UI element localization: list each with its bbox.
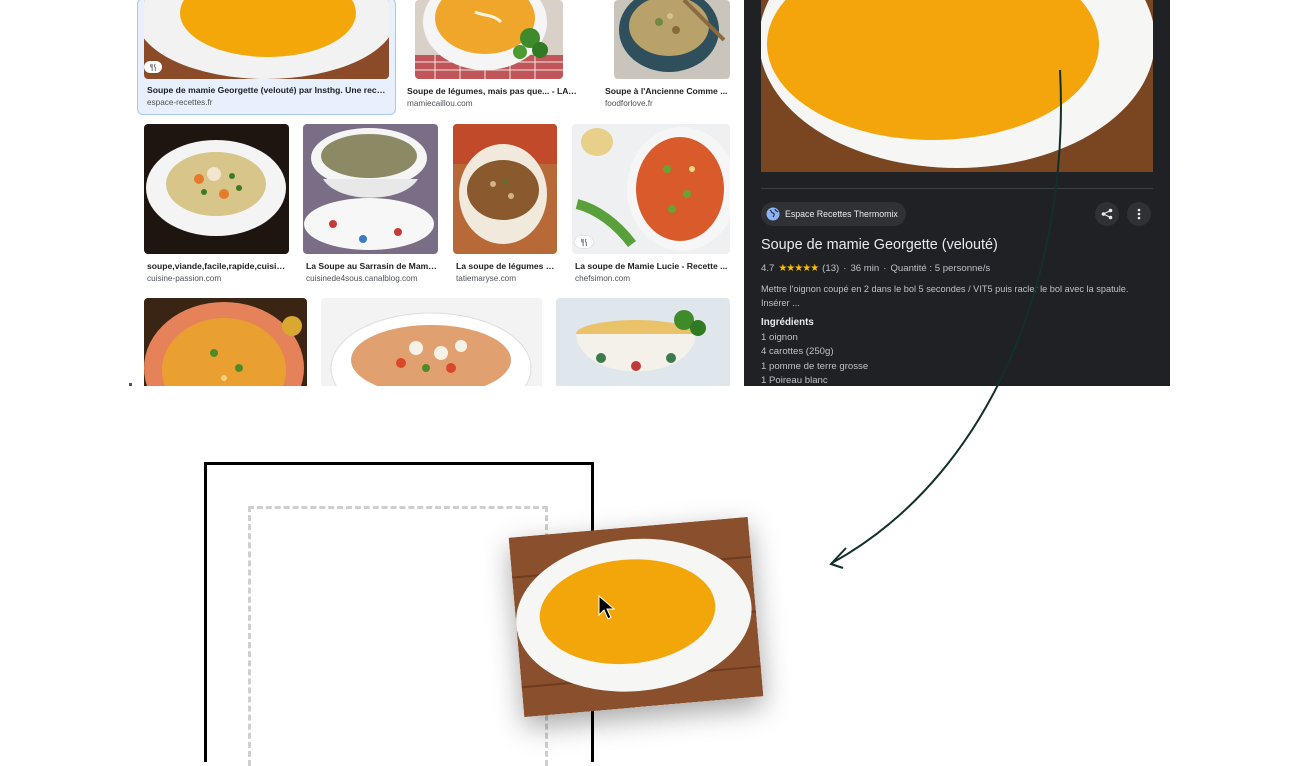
mouse-cursor-icon xyxy=(598,595,616,620)
dragged-image[interactable] xyxy=(508,516,764,718)
